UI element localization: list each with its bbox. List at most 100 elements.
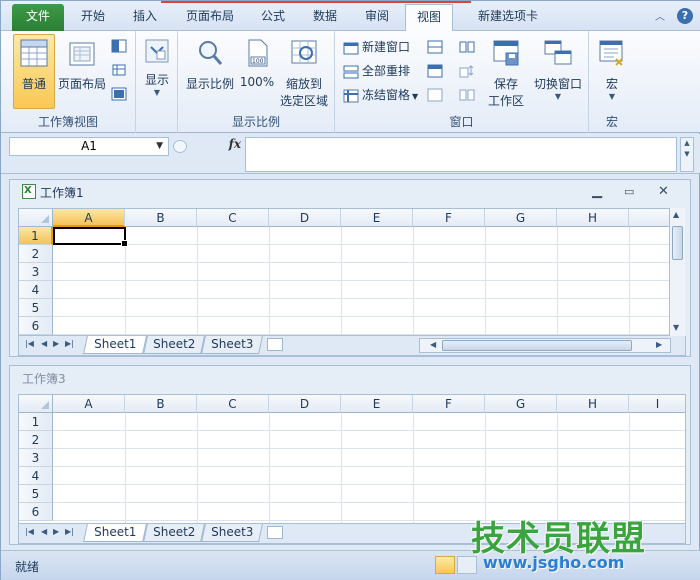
sheet-tab[interactable]: Sheet2 xyxy=(143,524,205,542)
cell-area-3[interactable] xyxy=(53,413,685,523)
insert-sheet-icon[interactable] xyxy=(267,526,283,539)
sheet-tab[interactable]: Sheet1 xyxy=(83,524,147,542)
minimize-icon[interactable]: ▁ xyxy=(592,184,602,199)
maximize-icon[interactable]: ▭ xyxy=(624,185,634,198)
formula-cancel-icon[interactable] xyxy=(173,140,187,153)
tab-formulas[interactable]: 公式 xyxy=(253,4,293,31)
insert-function-button[interactable]: fx xyxy=(229,137,241,151)
macros-button[interactable]: 宏 ▼ xyxy=(593,34,631,109)
select-all-corner[interactable] xyxy=(19,395,53,413)
column-header[interactable]: E xyxy=(341,209,413,227)
next-sheet-icon[interactable]: ▶ xyxy=(53,527,59,536)
zoom-button[interactable]: 显示比例 xyxy=(182,34,238,109)
horizontal-scroll-thumb[interactable] xyxy=(442,340,632,351)
column-header[interactable]: B xyxy=(125,395,197,413)
scroll-left-icon[interactable]: ◀ xyxy=(430,340,436,349)
column-header[interactable]: A xyxy=(53,209,125,227)
scroll-down-icon[interactable]: ▼ xyxy=(673,323,679,332)
column-header[interactable]: H xyxy=(557,209,629,227)
show-button[interactable]: 显示 ▼ xyxy=(140,34,174,104)
column-header[interactable]: E xyxy=(341,395,413,413)
tab-review[interactable]: 审阅 xyxy=(357,4,397,31)
column-header[interactable]: G xyxy=(485,395,557,413)
scroll-up-icon[interactable]: ▲ xyxy=(673,210,679,219)
column-header[interactable]: D xyxy=(269,395,341,413)
view-side-by-side-icon[interactable] xyxy=(459,40,475,54)
insert-sheet-icon[interactable] xyxy=(267,338,283,351)
switch-windows-button[interactable]: 切换窗口 ▼ xyxy=(529,34,587,109)
new-window-button[interactable]: 新建窗口 xyxy=(343,37,410,57)
vertical-scrollbar-1[interactable]: ▲ ▼ xyxy=(669,208,685,336)
sheet-tab[interactable]: Sheet3 xyxy=(201,336,263,354)
row-header[interactable]: 6 xyxy=(19,503,53,521)
column-header[interactable]: F xyxy=(413,395,485,413)
unhide-window-icon[interactable] xyxy=(427,88,443,102)
row-header[interactable]: 2 xyxy=(19,431,53,449)
row-header[interactable]: 6 xyxy=(19,317,53,335)
column-header[interactable]: F xyxy=(413,209,485,227)
active-cell-a1[interactable] xyxy=(53,227,128,247)
row-header[interactable]: 1 xyxy=(19,413,53,431)
tab-file[interactable]: 文件 xyxy=(12,4,64,31)
row-header[interactable]: 2 xyxy=(19,245,53,263)
row-header[interactable]: 5 xyxy=(19,299,53,317)
horizontal-scrollbar-1[interactable]: ◀ ▶ xyxy=(419,338,671,353)
prev-sheet-icon[interactable]: ◀ xyxy=(41,339,47,348)
sheet-tab[interactable]: Sheet1 xyxy=(83,336,147,354)
worksheet-grid-3[interactable]: A B C D E F G H I 1 2 3 4 5 6 xyxy=(18,394,686,524)
column-header[interactable]: D xyxy=(269,209,341,227)
sheet-tab[interactable]: Sheet3 xyxy=(201,524,263,542)
vertical-scroll-thumb[interactable] xyxy=(672,226,683,260)
row-header[interactable]: 5 xyxy=(19,485,53,503)
save-workspace-button[interactable]: 保存 工作区 xyxy=(483,34,529,109)
prev-sheet-icon[interactable]: ◀ xyxy=(41,527,47,536)
formula-input[interactable] xyxy=(245,137,677,172)
column-header[interactable]: A xyxy=(53,395,125,413)
normal-view-status-button[interactable] xyxy=(435,556,455,574)
reset-window-position-icon[interactable] xyxy=(459,88,475,102)
tab-data[interactable]: 数据 xyxy=(305,4,345,31)
next-sheet-icon[interactable]: ▶ xyxy=(53,339,59,348)
page-layout-view-button[interactable]: 页面布局 xyxy=(57,34,107,109)
freeze-panes-button[interactable]: 冻结窗格 ▼ xyxy=(343,85,418,105)
row-header[interactable]: 3 xyxy=(19,263,53,281)
last-sheet-icon[interactable]: ▶| xyxy=(65,339,74,348)
tab-insert[interactable]: 插入 xyxy=(125,4,165,31)
full-screen-icon[interactable] xyxy=(111,87,127,101)
column-header[interactable]: G xyxy=(485,209,557,227)
sheet-tab[interactable]: Sheet2 xyxy=(143,336,205,354)
hide-window-icon[interactable] xyxy=(427,64,443,78)
column-header[interactable]: C xyxy=(197,395,269,413)
synchronous-scrolling-icon[interactable] xyxy=(459,64,475,78)
arrange-all-button[interactable]: 全部重排 xyxy=(343,61,410,81)
tab-home[interactable]: 开始 xyxy=(73,4,113,31)
tab-view[interactable]: 视图 xyxy=(405,4,453,32)
zoom-100-button[interactable]: 100 100% xyxy=(238,34,276,109)
row-header[interactable]: 4 xyxy=(19,467,53,485)
custom-views-icon[interactable] xyxy=(111,63,127,77)
tab-new-tab[interactable]: 新建选项卡 xyxy=(463,4,553,31)
select-all-corner[interactable] xyxy=(19,209,53,227)
row-header[interactable]: 3 xyxy=(19,449,53,467)
row-header[interactable]: 4 xyxy=(19,281,53,299)
last-sheet-icon[interactable]: ▶| xyxy=(65,527,74,536)
minimize-ribbon-icon[interactable]: ︿ xyxy=(655,8,665,23)
column-header[interactable]: C xyxy=(197,209,269,227)
help-icon[interactable]: ? xyxy=(677,8,693,24)
first-sheet-icon[interactable]: |◀ xyxy=(25,527,34,536)
column-header[interactable]: B xyxy=(125,209,197,227)
zoom-to-selection-button[interactable]: 缩放到 选定区域 xyxy=(276,34,332,109)
normal-view-button[interactable]: 普通 xyxy=(13,34,55,109)
cell-area-1[interactable] xyxy=(53,227,677,335)
close-icon[interactable]: ✕ xyxy=(658,184,669,199)
split-icon[interactable] xyxy=(427,40,443,54)
first-sheet-icon[interactable]: |◀ xyxy=(25,339,34,348)
name-box[interactable]: A1 ▼ xyxy=(9,137,169,156)
worksheet-grid-1[interactable]: A B C D E F G H I 1 2 3 4 5 6 xyxy=(18,208,678,336)
page-break-preview-icon[interactable] xyxy=(111,39,127,53)
formula-expand-icon[interactable]: ▲ ▼ xyxy=(680,137,694,172)
scroll-right-icon[interactable]: ▶ xyxy=(656,340,662,349)
tab-page-layout[interactable]: 页面布局 xyxy=(177,4,243,31)
column-header[interactable]: H xyxy=(557,395,629,413)
row-header[interactable]: 1 xyxy=(19,227,53,245)
